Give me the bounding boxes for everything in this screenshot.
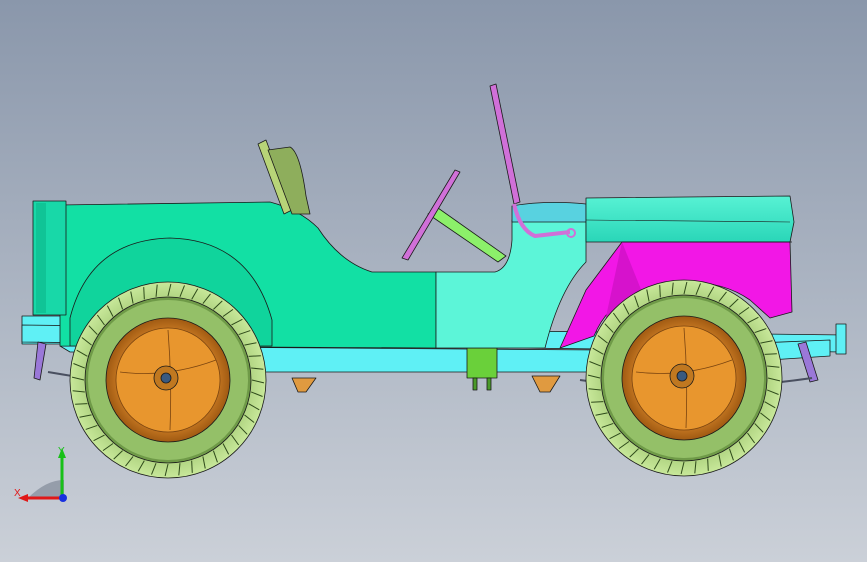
tread-groove — [707, 458, 709, 471]
triad-y-label: Y — [58, 446, 65, 457]
rear-wheel[interactable] — [69, 281, 267, 479]
tread-groove — [191, 460, 193, 473]
triad-plane-icon — [28, 480, 64, 498]
triad-z-axis — [59, 494, 67, 502]
tread-groove — [143, 287, 145, 300]
tread-groove — [248, 355, 261, 357]
tread-groove — [764, 353, 777, 355]
front-wheel[interactable] — [585, 279, 783, 477]
frame-bracket[interactable] — [466, 347, 498, 379]
tread-groove — [659, 285, 661, 298]
view-orientation-triad[interactable]: Y X — [10, 440, 80, 510]
cad-viewport[interactable] — [0, 0, 867, 562]
hood[interactable] — [585, 195, 795, 243]
tread-groove — [75, 403, 88, 405]
triad-x-label: X — [14, 488, 21, 499]
tread-groove — [591, 401, 604, 403]
